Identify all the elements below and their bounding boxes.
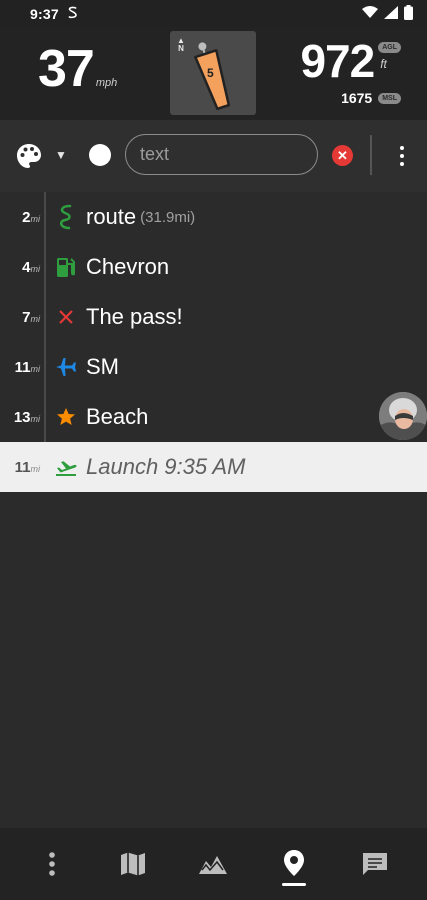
waypoint-extra: (31.9mi) — [140, 208, 196, 226]
altitude-unit: ft — [380, 57, 387, 71]
instrument-panel: 37 mph ▲ N 5 972 AGL ft 1675 MSL — [0, 27, 427, 120]
waypoint-name: route — [86, 204, 137, 229]
s-icon — [67, 6, 78, 22]
status-icons — [362, 4, 413, 23]
gas-station-icon — [46, 256, 86, 278]
waypoint-distance: 13mi — [13, 408, 40, 426]
altitude-msl-value: 1675 — [341, 90, 373, 106]
msl-badge: MSL — [378, 92, 401, 104]
speed-unit: mph — [95, 77, 118, 89]
waypoint-distance: 11mi — [14, 458, 40, 476]
route-icon — [46, 204, 86, 230]
wind-sock-icon — [194, 42, 231, 111]
app-root: 9:37 37 mph ▲ N 5 972 AGL ft 1675 MSL ▼ … — [0, 0, 427, 900]
waypoint-distance: 11mi — [14, 358, 40, 376]
palette-button[interactable] — [16, 143, 42, 174]
altitude-readout[interactable]: 972 AGL ft — [300, 37, 401, 85]
list-item-selected[interactable]: 11mi Launch 9:35 AM — [0, 442, 427, 492]
waypoint-name: Launch 9:35 AM — [86, 454, 246, 479]
list-item[interactable]: 4mi Chevron — [0, 242, 427, 292]
close-icon: ✕ — [337, 148, 348, 163]
waypoint-name: The pass! — [86, 304, 183, 329]
waypoint-list: 2mi route (31.9mi) 4mi Chevron 7mi The p… — [0, 192, 427, 492]
more-vert-icon — [49, 852, 56, 876]
list-item[interactable]: 11mi SM — [0, 342, 427, 392]
wifi-icon — [362, 5, 378, 22]
waypoint-name: SM — [86, 354, 119, 379]
bottom-navigation — [0, 828, 427, 900]
status-time: 9:37 — [30, 5, 59, 22]
nav-more-button[interactable] — [24, 836, 80, 892]
clear-search-button[interactable]: ✕ — [332, 145, 353, 166]
list-item[interactable]: 2mi route (31.9mi) — [0, 192, 427, 242]
chat-icon — [362, 853, 387, 875]
list-item[interactable]: 13mi Beach — [0, 392, 427, 442]
msl-readout: 1675 MSL — [341, 90, 401, 106]
search-input[interactable] — [125, 134, 318, 175]
altitude-agl-value: 972 — [300, 35, 375, 87]
status-bar: 9:37 — [0, 0, 427, 27]
waypoint-pin-icon — [284, 850, 305, 876]
waypoint-name: Chevron — [86, 254, 170, 279]
palette-dropdown-icon[interactable]: ▼ — [55, 148, 67, 162]
avatar-photo — [379, 392, 427, 440]
color-swatch-button[interactable] — [89, 144, 111, 166]
waypoint-name: Beach — [86, 404, 149, 429]
nav-map-button[interactable] — [105, 836, 161, 892]
terrain-icon — [199, 856, 228, 874]
battery-icon — [404, 4, 413, 23]
toolbar-divider — [370, 135, 372, 175]
pilot-avatar[interactable] — [379, 392, 427, 440]
toolbar-more-button[interactable] — [396, 144, 408, 168]
waypoint-distance: 7mi — [22, 308, 40, 326]
list-item[interactable]: 7mi The pass! — [0, 292, 427, 342]
nav-chat-button[interactable] — [347, 836, 403, 892]
speed-readout[interactable]: 37 mph — [38, 43, 117, 95]
compass-letter: N — [178, 44, 184, 53]
agl-badge: AGL — [378, 42, 401, 53]
compass-number: 5 — [207, 66, 214, 80]
close-icon — [46, 309, 86, 325]
takeoff-icon — [46, 457, 86, 477]
nav-terrain-button[interactable] — [185, 836, 241, 892]
palette-icon — [17, 144, 41, 168]
airplane-icon — [46, 356, 86, 378]
waypoint-distance: 4mi — [22, 258, 40, 276]
compass-north-label: ▲ N — [177, 37, 185, 53]
toolbar: ▼ ✕ — [0, 120, 427, 192]
signal-icon — [384, 5, 398, 22]
compass-widget[interactable]: ▲ N 5 — [170, 31, 256, 115]
speed-value: 37 — [38, 40, 95, 98]
nav-waypoints-button[interactable] — [266, 836, 322, 892]
map-icon — [120, 852, 145, 876]
waypoint-distance: 2mi — [22, 208, 40, 226]
star-icon — [46, 407, 86, 427]
